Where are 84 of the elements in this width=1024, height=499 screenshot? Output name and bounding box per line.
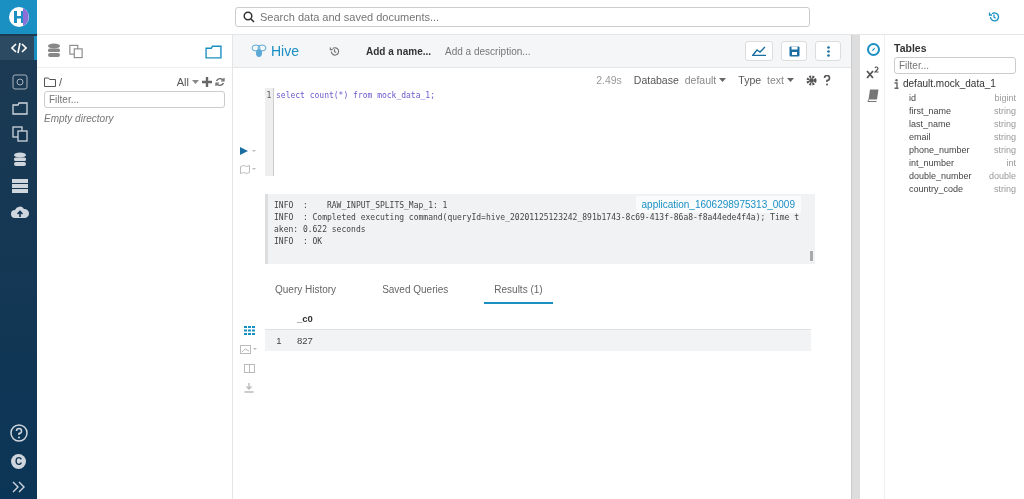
database-label: Database [633,74,679,86]
search-icon [243,11,255,23]
server-icon [12,179,28,193]
column-type: string [994,118,1016,129]
folder-icon [12,101,28,115]
logo-icon[interactable] [0,0,37,34]
column-name[interactable]: double_number [909,170,972,181]
line-number: 1 [266,91,272,100]
scrollbar[interactable] [851,35,862,499]
name-field[interactable]: Add a name... [366,45,432,57]
type-dropdown[interactable]: text [767,74,784,86]
column-type: string [994,144,1016,155]
column-type: string [994,183,1016,194]
query-code[interactable]: select count(*) from mock_data_1; [273,88,437,176]
column-name[interactable]: country_code [909,183,964,194]
cloud-upload-icon [11,205,29,219]
column-name[interactable]: id [909,92,916,103]
plus-icon[interactable] [202,77,212,87]
user-avatar[interactable]: C [11,454,26,469]
caret-icon[interactable] [719,78,727,82]
column-name[interactable]: last_name [909,118,951,129]
nav-item[interactable] [0,36,37,60]
editor-title: Hive [271,43,299,59]
column-header[interactable]: _c0 [293,308,811,330]
circle-square-icon [12,74,28,90]
database-dropdown[interactable]: default [684,74,717,86]
column-type: int [1006,157,1016,168]
code-icon [10,41,27,55]
function-icon[interactable] [866,66,880,79]
info-icon[interactable] [894,78,899,89]
type-label: Type [738,74,762,86]
save-icon [788,45,800,57]
documents-icon[interactable] [69,43,83,59]
bee-icon [251,44,267,58]
result-tab[interactable]: Results (1) [484,278,553,304]
log-line: INFO : Completed executing command(queryId=hive_20201125123242_891b1743-8c69-413f-86a8-f8a44ede4f4a); Time taken: 0.622 seconds [274,212,800,236]
caret-icon[interactable] [787,78,794,82]
column-name[interactable]: first_name [909,105,952,116]
settings-icon[interactable] [806,74,817,86]
help-icon[interactable] [9,424,28,442]
result-tab[interactable]: Query History [265,278,347,304]
folder-icon[interactable] [205,43,222,59]
compass-icon[interactable] [866,43,880,56]
log-line: INFO : RAW_INPUT_SPLITS_Map_1: 1 [274,200,448,212]
column-type: string [994,131,1016,142]
column-type: bigint [994,92,1016,103]
description-field[interactable]: Add a description... [445,45,531,57]
caret-icon[interactable] [192,80,199,84]
run-icon[interactable] [240,147,258,155]
elapsed-time: 2.49s [596,74,622,86]
column-name[interactable]: int_number [909,157,955,168]
grid-icon[interactable] [243,326,255,335]
table-name[interactable]: default.mock_data_1 [903,78,996,89]
save-button[interactable] [781,41,807,61]
application-link[interactable]: application_1606298975313_0009 [635,196,801,213]
expand-icon[interactable] [11,481,26,493]
filter-dropdown[interactable]: All [176,76,189,88]
database-icon [13,152,27,168]
folder-icon [44,77,56,87]
log-line: INFO : OK [274,236,323,248]
chart-button[interactable] [745,41,773,61]
row-number: 1 [265,329,293,351]
history-icon[interactable] [329,45,340,57]
documents-icon [12,126,28,142]
more-button[interactable] [815,41,841,61]
filter-field[interactable]: Filter... [44,91,225,108]
column-type: string [994,105,1016,116]
line-chart-icon [752,46,766,56]
book-icon[interactable] [867,89,879,102]
database-icon[interactable] [47,43,61,59]
search-field[interactable]: Search data and saved documents... [235,7,810,27]
column-name[interactable]: phone_number [909,144,970,155]
result-tab[interactable]: Saved Queries [372,278,459,304]
refresh-icon[interactable] [215,77,225,87]
filter-field[interactable]: Filter... [894,57,1016,74]
path-label: / [59,76,63,88]
empty-directory-text: Empty directory [44,113,115,124]
help-icon[interactable] [823,74,831,86]
column-type: double [988,170,1016,181]
more-icon [826,45,830,57]
table-cell: 827 [293,329,811,351]
column-name[interactable]: email [909,131,931,142]
history-icon[interactable] [988,11,1000,23]
panel-title: Tables [894,42,928,54]
